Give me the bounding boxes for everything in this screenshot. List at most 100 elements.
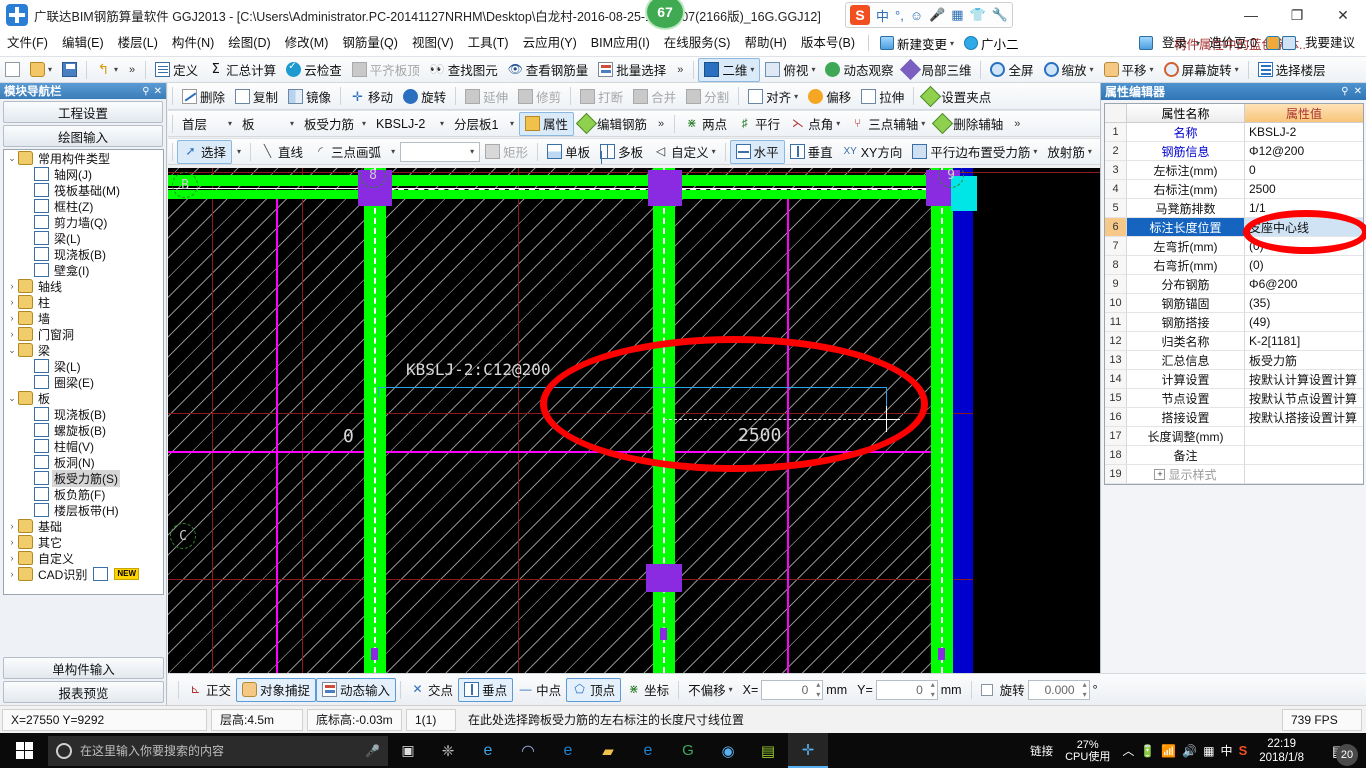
tree-node-22[interactable]: 楼层板带(H) [4, 502, 163, 518]
property-row-10[interactable]: 10 钢筋锚固 (35) [1105, 294, 1363, 313]
tree-node-24[interactable]: › 其它 [4, 534, 163, 550]
align-button[interactable]: 对齐 ▾ [743, 84, 803, 108]
axis-toolbar-overflow[interactable]: » [1008, 118, 1026, 130]
chevron-down-icon[interactable]: ▾ [950, 39, 954, 48]
tree-node-15[interactable]: ⌄ 板 [4, 390, 163, 406]
parallel-edge-chevron-down-icon[interactable]: ▾ [1033, 147, 1037, 156]
drawing-canvas[interactable]: B C 8 9 KBSLJ-2:C12@200 0 2500 Y ✕ [168, 168, 1100, 673]
taskbar-microphone-icon[interactable]: 🎤 [365, 744, 380, 758]
property-row-5[interactable]: 5 马凳筋排数 1/1 [1105, 199, 1363, 218]
assistant-button[interactable]: 广小二 [959, 34, 1024, 53]
move-button[interactable]: ✛ 移动 [345, 84, 398, 108]
ime-microphone-icon[interactable]: 🎤 [929, 7, 945, 23]
y-offset-input[interactable]: 0 [875, 679, 938, 700]
menu-bim-apps[interactable]: BIM应用(I) [584, 30, 657, 56]
offset-mode-chevron-down-icon[interactable]: ▾ [729, 685, 733, 694]
pan-button[interactable]: 平移 ▾ [1099, 58, 1159, 82]
tree-node-26[interactable]: › CAD识别 NEW [4, 566, 163, 582]
point-angle-axis-button[interactable]: ⋋ 点角 ▾ [785, 112, 845, 136]
select-floor-button[interactable]: 选择楼层 [1253, 58, 1331, 82]
chevron-right-icon[interactable]: › [6, 569, 18, 579]
menu-floor[interactable]: 楼层(L) [111, 30, 165, 56]
component-name-selector[interactable]: KBSLJ-2 ▾ [371, 112, 449, 136]
vertical-rebar-button[interactable]: 垂直 [785, 140, 838, 164]
floor-selector[interactable]: 首层 ▾ [177, 112, 237, 136]
select-tool-dropdown[interactable]: ▾ [232, 140, 246, 164]
top-view-button[interactable]: 俯视 ▾ [760, 58, 820, 82]
battery-icon[interactable]: 🔋 [1140, 744, 1155, 758]
sogou-tray-icon[interactable]: S [1239, 743, 1248, 758]
radial-rebar-button[interactable]: 放射筋 ▾ [1042, 140, 1097, 164]
floor-chevron-down-icon[interactable]: ▾ [228, 119, 232, 128]
taskbar-app-spiral[interactable]: ◠ [508, 733, 548, 768]
vertex-snap-toggle[interactable]: ⬠ 顶点 [566, 677, 622, 702]
layer-selector[interactable]: 分层板1 ▾ [449, 112, 519, 136]
find-element-button[interactable]: 👀 查找图元 [425, 58, 503, 82]
ime-emoji-icon[interactable]: ☺ [910, 8, 923, 23]
property-value-cell[interactable]: K-2[1181] [1245, 332, 1363, 351]
chevron-right-icon[interactable]: › [6, 521, 18, 531]
property-value-cell[interactable] [1245, 427, 1363, 446]
tree-node-0[interactable]: ⌄ 常用构件类型 [4, 150, 163, 166]
component-type-selector[interactable]: 板受力筋 ▾ [299, 112, 371, 136]
property-pin-icon[interactable]: ⚲ [1341, 86, 1348, 97]
tree-node-20[interactable]: 板受力筋(S) [4, 469, 163, 487]
task-view-button[interactable]: ▣ [388, 733, 428, 768]
view-rebar-button[interactable]: 👁 查看钢筋量 [503, 58, 594, 82]
component-type-chevron-down-icon[interactable]: ▾ [362, 119, 366, 128]
zoom-chevron-down-icon[interactable]: ▾ [1090, 65, 1094, 74]
property-value-cell[interactable]: Φ12@200 [1245, 142, 1363, 161]
screen-rotate-button[interactable]: 屏幕旋转 ▾ [1159, 58, 1244, 82]
taskbar-app-edge[interactable]: e [468, 733, 508, 768]
property-row-19[interactable]: 19 + 显示样式 [1105, 465, 1363, 484]
tree-node-2[interactable]: 筏板基础(M) [4, 182, 163, 198]
toolbar-overflow-mid[interactable]: » [671, 64, 689, 76]
property-value-cell[interactable]: 按默认搭接设置计算 [1245, 408, 1363, 427]
arc-tool-dropdown[interactable]: ▾ [386, 140, 400, 164]
layer-chevron-down-icon[interactable]: ▾ [510, 119, 514, 128]
tree-node-18[interactable]: 柱帽(V) [4, 438, 163, 454]
intersection-snap-toggle[interactable]: ✕ 交点 [405, 678, 458, 702]
copy-button[interactable]: 复制 [230, 84, 283, 108]
component-tree[interactable]: ⌄ 常用构件类型 轴网(J) 筏板基础(M) 框柱(Z) 剪力墙(Q) 梁(L) 现浇板(B)… [3, 149, 164, 595]
taskbar-app-ie[interactable]: e [548, 733, 588, 768]
menu-file[interactable]: 文件(F) [0, 30, 55, 56]
chevron-right-icon[interactable]: › [6, 537, 18, 547]
property-value-cell[interactable]: 按默认计算设置计算 [1245, 370, 1363, 389]
tree-node-23[interactable]: › 基础 [4, 518, 163, 534]
tree-node-6[interactable]: 现浇板(B) [4, 246, 163, 262]
parallel-axis-button[interactable]: ♯ 平行 [732, 112, 785, 136]
taskbar-app-sougou[interactable]: ❈ [428, 733, 468, 768]
tree-node-7[interactable]: 壁龛(I) [4, 262, 163, 278]
arc-tool-button[interactable]: ◜ 三点画弧 [308, 140, 386, 164]
taskbar-app-chrome[interactable]: ◉ [708, 733, 748, 768]
property-value-cell[interactable]: 支座中心线 [1245, 218, 1363, 237]
chevron-right-icon[interactable]: › [6, 297, 18, 307]
combo-chevron-down-icon[interactable]: ▾ [470, 147, 474, 156]
batch-select-button[interactable]: 批量选择 [593, 58, 671, 82]
login-chevron-down-icon[interactable]: ▾ [1196, 39, 1200, 48]
property-value-cell[interactable] [1245, 465, 1363, 484]
ime-wrench-icon[interactable]: 🔧 [992, 7, 1008, 23]
offset-mode-selector[interactable]: 不偏移 ▾ [683, 678, 738, 702]
toolbar-overflow-left[interactable]: » [123, 64, 141, 76]
tree-node-10[interactable]: › 墙 [4, 310, 163, 326]
tree-node-3[interactable]: 框柱(Z) [4, 198, 163, 214]
property-row-15[interactable]: 15 节点设置 按默认节点设置计算 [1105, 389, 1363, 408]
rotate-input[interactable]: 0.000 [1027, 679, 1090, 700]
tree-node-4[interactable]: 剪力墙(Q) [4, 214, 163, 230]
save-button[interactable] [57, 58, 82, 82]
taskbar-clock[interactable]: 22:19 2018/1/8 [1253, 737, 1310, 765]
edit-rebar-button[interactable]: 编辑钢筋 [574, 112, 652, 136]
fullscreen-button[interactable]: 全屏 [985, 58, 1038, 82]
keyboard-layout-icon[interactable]: ▦ [1203, 744, 1214, 758]
taskbar-app-glodon[interactable]: G [668, 733, 708, 768]
summary-calc-button[interactable]: Σ 汇总计算 [203, 58, 281, 82]
define-button[interactable]: 定义 [150, 58, 203, 82]
coins-label[interactable]: 造价豆:0 [1202, 30, 1264, 56]
property-row-12[interactable]: 12 归类名称 K-2[1181] [1105, 332, 1363, 351]
sidebar-pin-icon[interactable]: ⚲ [142, 86, 149, 97]
bell-icon[interactable] [1265, 36, 1280, 50]
property-row-7[interactable]: 7 左弯折(mm) (0) [1105, 237, 1363, 256]
property-value-cell[interactable]: 0 [1245, 161, 1363, 180]
